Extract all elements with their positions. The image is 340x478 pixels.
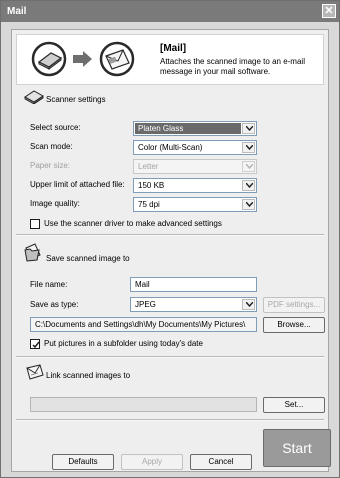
upper-limit-dropdown[interactable]: 150 KB: [133, 178, 257, 193]
subfolder-checkbox[interactable]: [30, 339, 40, 349]
paper-size-value: Letter: [138, 162, 159, 171]
close-icon: ✕: [324, 5, 334, 17]
save-path-value: C:\Documents and Settings\dh\My Document…: [35, 320, 246, 329]
apply-button[interactable]: Apply: [121, 454, 183, 470]
start-button[interactable]: Start: [263, 429, 331, 467]
cancel-button[interactable]: Cancel: [190, 454, 252, 470]
scan-mode-value: Color (Multi-Scan): [138, 143, 203, 152]
chevron-down-icon: [242, 123, 255, 134]
settings-panel: [Mail] Attaches the scanned image to an …: [11, 29, 329, 472]
image-quality-dropdown[interactable]: 75 dpi: [133, 197, 257, 212]
window-title: Mail: [7, 6, 27, 17]
save-as-type-dropdown[interactable]: JPEG: [130, 297, 257, 312]
title-bar: Mail ✕: [1, 1, 339, 22]
set-button[interactable]: Set...: [263, 397, 325, 413]
link-app-field: [30, 397, 257, 412]
image-quality-label: Image quality:: [30, 199, 80, 208]
select-source-value: Platen Glass: [138, 124, 184, 133]
link-heading: Link scanned images to: [46, 371, 131, 380]
scan-mode-label: Scan mode:: [30, 142, 73, 151]
banner: [Mail] Attaches the scanned image to an …: [16, 34, 324, 85]
chevron-down-icon: [242, 299, 255, 310]
pdf-settings-button[interactable]: PDF settings...: [263, 297, 325, 313]
select-source-dropdown[interactable]: Platen Glass: [133, 121, 257, 136]
file-name-input[interactable]: Mail: [130, 277, 257, 292]
banner-title: [Mail]: [160, 43, 187, 54]
browse-button[interactable]: Browse...: [263, 317, 325, 333]
advanced-settings-label: Use the scanner driver to make advanced …: [44, 219, 222, 228]
paper-size-label: Paper size:: [30, 161, 71, 170]
chevron-down-icon: [242, 142, 255, 153]
defaults-button[interactable]: Defaults: [52, 454, 114, 470]
link-app-icon: [24, 364, 44, 382]
file-name-label: File name:: [30, 280, 68, 289]
save-as-type-value: JPEG: [135, 300, 156, 309]
check-icon: [32, 341, 40, 349]
upper-limit-value: 150 KB: [138, 181, 165, 190]
image-quality-value: 75 dpi: [138, 200, 160, 209]
paper-size-dropdown: Letter: [133, 159, 257, 174]
scanner-settings-heading: Scanner settings: [46, 95, 106, 104]
mail-dialog: Mail ✕ [Mail] Attaches the scanned image…: [0, 0, 340, 478]
save-as-type-label: Save as type:: [30, 300, 79, 309]
separator: [16, 419, 324, 421]
chevron-down-icon: [242, 180, 255, 191]
chevron-down-icon: [242, 199, 255, 210]
save-folder-icon: [24, 242, 42, 264]
subfolder-label: Put pictures in a subfolder using today'…: [44, 339, 203, 348]
file-name-value: Mail: [135, 280, 150, 289]
select-source-label: Select source:: [30, 123, 81, 132]
scan-mode-dropdown[interactable]: Color (Multi-Scan): [133, 140, 257, 155]
chevron-down-icon: [242, 161, 255, 172]
advanced-settings-checkbox[interactable]: [30, 219, 40, 229]
save-heading: Save scanned image to: [46, 254, 130, 263]
separator: [16, 356, 324, 358]
upper-limit-label: Upper limit of attached file:: [30, 180, 125, 189]
scan-to-mail-icon: [31, 40, 137, 78]
scanner-icon: [24, 88, 44, 106]
save-path-field: C:\Documents and Settings\dh\My Document…: [30, 317, 257, 332]
banner-description: Attaches the scanned image to an e-mail …: [160, 57, 305, 76]
separator: [16, 234, 324, 236]
close-button[interactable]: ✕: [322, 4, 336, 18]
